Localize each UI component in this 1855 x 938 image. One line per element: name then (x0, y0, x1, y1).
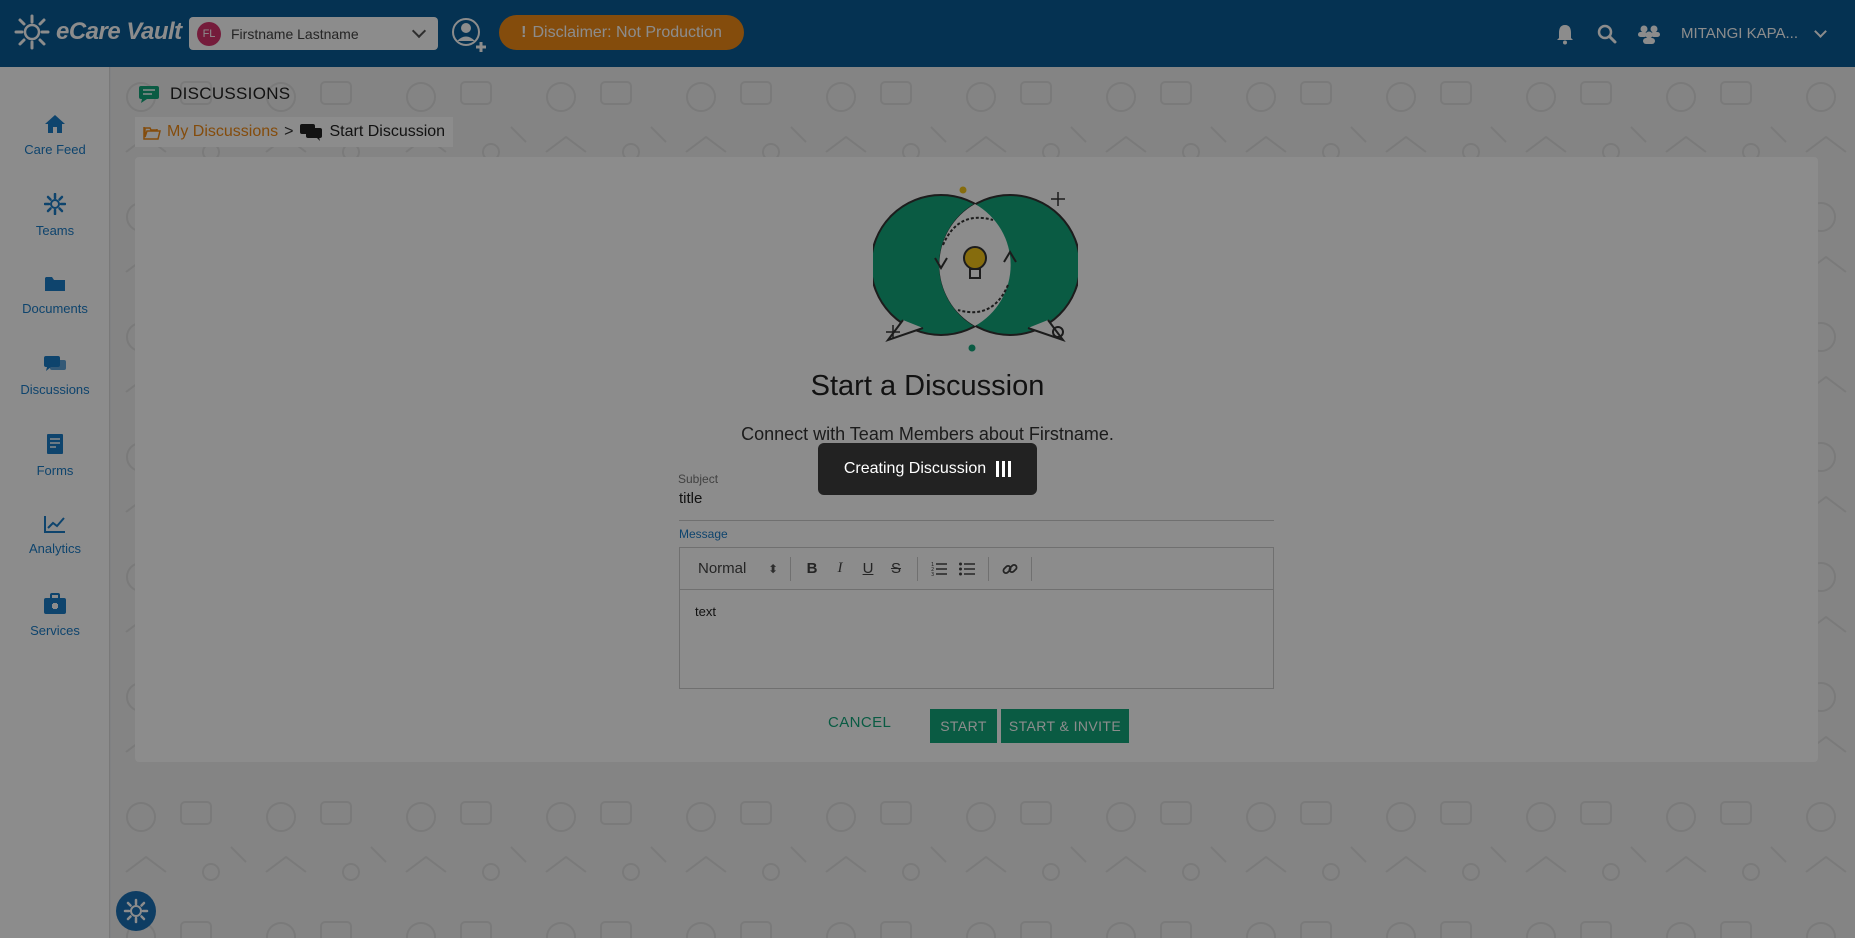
folder-open-icon (143, 126, 161, 140)
breadcrumb-my-discussions[interactable]: My Discussions (167, 123, 278, 141)
sidebar-item-label: Teams (35, 222, 75, 238)
patient-name: Firstname Lastname (231, 25, 359, 42)
disclaimer-text: Disclaimer: Not Production (532, 23, 722, 41)
toolbar-divider (988, 556, 989, 581)
page-title: DISCUSSIONS (170, 84, 291, 103)
breadcrumb: My Discussions > Start Discussion (135, 117, 454, 147)
form-subheading: Connect with Team Members about Firstnam… (741, 424, 1114, 444)
creating-toast: Creating Discussion (818, 443, 1037, 495)
bullet-list-button[interactable] (956, 558, 978, 580)
patient-avatar: FL (197, 21, 221, 46)
ordered-list-icon: 123 (931, 562, 947, 576)
folder-icon (45, 276, 65, 291)
link-icon (1002, 563, 1018, 574)
editor-toolbar: Normal B I U S 123 (680, 548, 1273, 590)
cancel-button[interactable]: CANCEL (828, 714, 891, 731)
strikethrough-button[interactable]: S (885, 558, 907, 580)
exclamation-icon: ! (521, 23, 527, 41)
chart-icon (44, 515, 65, 533)
chevron-down-icon (411, 23, 427, 39)
format-select[interactable]: Normal (690, 557, 780, 581)
team-icon[interactable] (1637, 22, 1661, 46)
form-heading: Start a Discussion (810, 370, 1045, 402)
search-icon[interactable] (1595, 22, 1619, 46)
italic-icon: I (837, 560, 843, 576)
app-name: eCare Vault (56, 18, 182, 45)
disclaimer-badge: ! Disclaimer: Not Production (499, 15, 744, 50)
subject-underline (679, 520, 1274, 521)
teams-icon (44, 192, 66, 215)
help-button[interactable] (116, 891, 156, 931)
sidebar-item-label: Care Feed (24, 141, 86, 157)
start-button[interactable]: START (930, 709, 997, 743)
patient-select[interactable]: FL Firstname Lastname (189, 17, 438, 50)
sidebar-item-care-feed[interactable]: Care Feed (0, 100, 110, 170)
sidebar-item-label: Analytics (28, 540, 82, 556)
svg-text:3: 3 (931, 572, 934, 576)
strikethrough-icon: S (890, 560, 901, 577)
sidebar-item-teams[interactable]: Teams (0, 180, 110, 250)
bullet-list-icon (959, 562, 975, 575)
toolbar-divider (790, 556, 791, 581)
italic-button[interactable]: I (829, 558, 851, 580)
sidebar-item-label: Forms (36, 462, 74, 478)
app-logo[interactable]: eCare Vault (14, 14, 182, 50)
loading-bars-icon (996, 461, 1012, 477)
toolbar-divider (1031, 556, 1032, 581)
subject-label: Subject (678, 472, 719, 486)
ordered-list-button[interactable]: 123 (928, 558, 950, 580)
user-menu[interactable]: MITANGI KAPA... (1681, 25, 1798, 42)
bold-button[interactable]: B (801, 558, 823, 580)
discussion-illustration (873, 186, 1078, 352)
toast-text: Creating Discussion (843, 460, 987, 477)
sidebar-item-documents[interactable]: Documents (0, 260, 110, 330)
bell-icon[interactable] (1553, 22, 1577, 46)
sidebar-item-analytics[interactable]: Analytics (0, 500, 110, 570)
add-user-icon (452, 18, 486, 52)
top-bar: eCare Vault FL Firstname Lastname ! Disc… (0, 0, 1855, 67)
chevron-down-icon[interactable] (1814, 25, 1827, 38)
breadcrumb-separator: > (284, 123, 294, 140)
logo-icon (14, 14, 50, 50)
add-user-button[interactable] (450, 16, 490, 54)
toolbar-divider (917, 556, 918, 581)
start-invite-button[interactable]: START & INVITE (1001, 709, 1129, 743)
message-input[interactable]: text (680, 590, 1273, 633)
message-editor: Normal B I U S 123 text (679, 547, 1274, 689)
chat-icon (300, 124, 323, 141)
underline-button[interactable]: U (857, 558, 879, 580)
sidebar-item-services[interactable]: Services (0, 580, 110, 650)
underline-icon: U (862, 560, 874, 577)
link-button[interactable] (999, 558, 1021, 580)
breadcrumb-current: Start Discussion (329, 123, 446, 140)
subject-input[interactable]: title (679, 490, 702, 507)
sidebar: Care Feed Teams Documents Discussions Fo… (0, 67, 110, 938)
home-icon (45, 114, 65, 133)
logo-icon (123, 898, 149, 924)
sidebar-item-label: Documents (22, 300, 88, 316)
message-label: Message (679, 527, 728, 541)
briefcase-icon (44, 592, 66, 614)
sidebar-item-label: Services (30, 622, 80, 638)
page-header: DISCUSSIONS (138, 84, 290, 104)
bold-icon: B (806, 560, 818, 577)
chat-icon (139, 86, 159, 103)
